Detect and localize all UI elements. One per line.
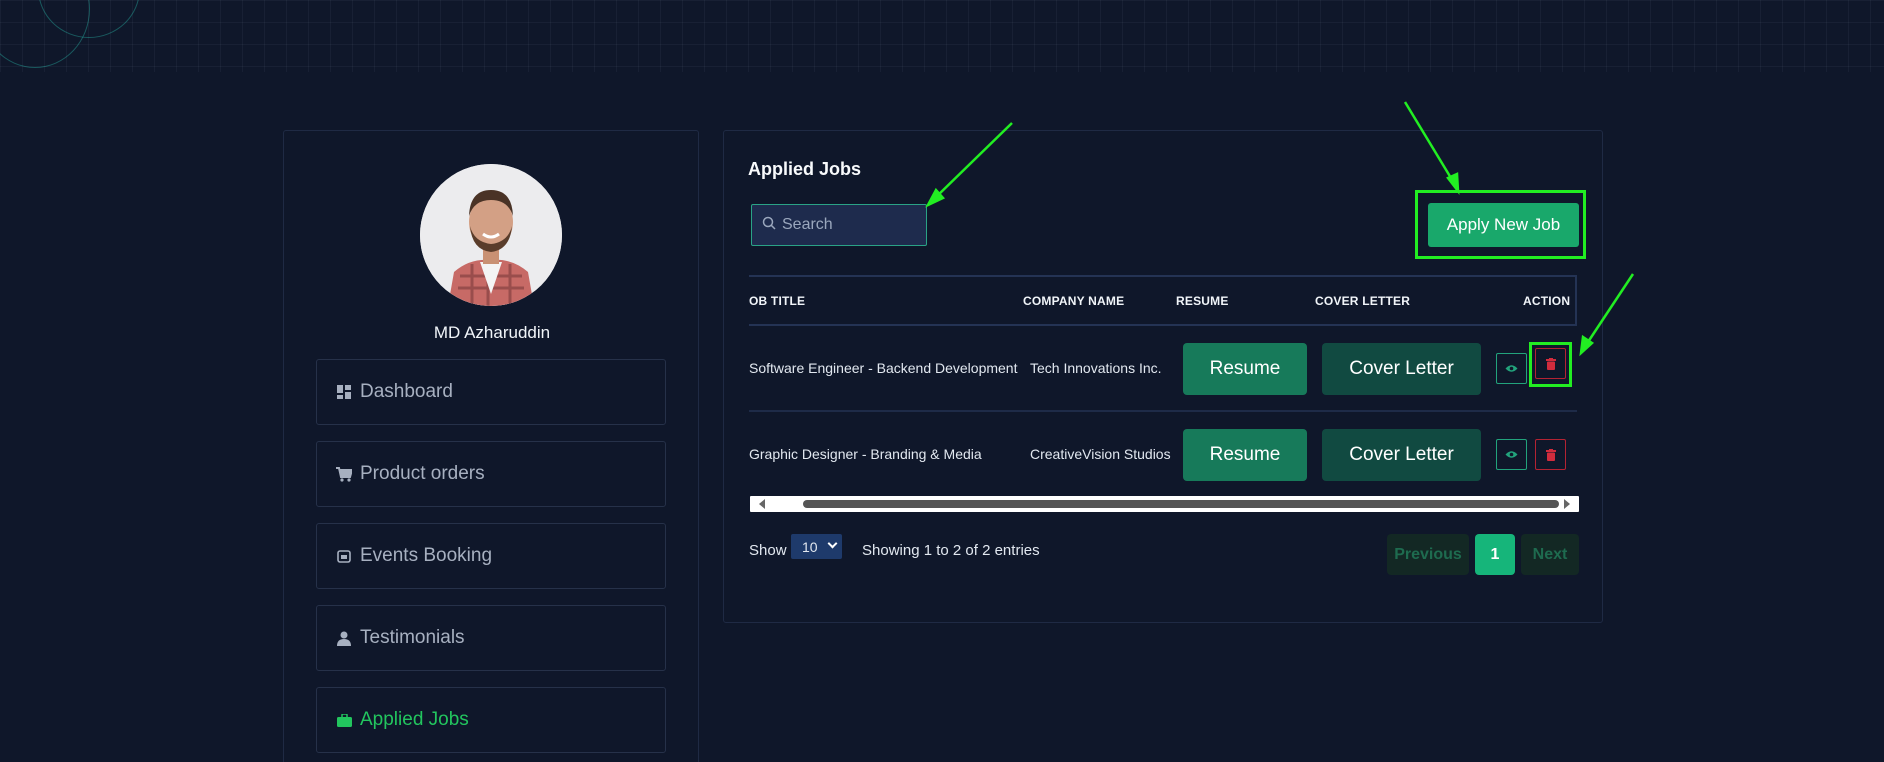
profile-name: MD Azharuddin — [433, 323, 551, 342]
background-grid — [0, 0, 1884, 72]
sidebar: MD Azharuddin Dashboard Product orders E… — [283, 130, 699, 762]
apply-new-job-button[interactable]: Apply New Job — [1428, 203, 1579, 247]
eye-icon — [1505, 365, 1518, 372]
cover-letter-button[interactable]: Cover Letter — [1322, 343, 1481, 395]
pagination-next[interactable]: Next — [1521, 534, 1579, 575]
sidebar-item-testimonials[interactable]: Testimonials — [316, 605, 666, 671]
trash-icon — [1545, 357, 1556, 370]
page-title: Applied Jobs — [748, 159, 862, 179]
column-header-company-name[interactable]: COMPANY NAME — [1023, 294, 1124, 308]
avatar — [420, 164, 562, 306]
calendar-icon — [336, 548, 352, 564]
search-field[interactable] — [751, 204, 927, 246]
chevron-down-icon — [827, 538, 838, 549]
company-cell: Tech Innovations Inc. — [1030, 360, 1162, 376]
resume-button[interactable]: Resume — [1183, 429, 1307, 481]
search-icon — [762, 216, 776, 235]
cart-icon — [336, 466, 352, 482]
column-header-cover-letter[interactable]: COVER LETTER — [1315, 294, 1410, 308]
eye-icon — [1505, 451, 1518, 458]
sidebar-item-label: Product orders — [360, 463, 485, 484]
sidebar-item-applied-jobs[interactable]: Applied Jobs — [316, 687, 666, 753]
table-row: Software Engineer - Backend Development … — [749, 326, 1577, 412]
sidebar-item-label: Dashboard — [360, 381, 453, 402]
trash-icon — [1545, 448, 1556, 461]
sidebar-item-label: Testimonials — [360, 627, 465, 648]
view-button[interactable] — [1496, 353, 1527, 384]
table-header: OB TITLE COMPANY NAME RESUME COVER LETTE… — [749, 275, 1577, 326]
scroll-left-arrow-icon[interactable] — [759, 499, 765, 509]
user-icon — [336, 630, 352, 646]
sidebar-item-label: Events Booking — [360, 545, 493, 566]
scrollbar-thumb[interactable] — [803, 500, 1559, 508]
scroll-right-arrow-icon[interactable] — [1564, 499, 1570, 509]
horizontal-scrollbar[interactable] — [750, 496, 1579, 512]
avatar-image — [420, 164, 562, 306]
column-header-action[interactable]: ACTION — [1523, 294, 1570, 308]
sidebar-item-dashboard[interactable]: Dashboard — [316, 359, 666, 425]
delete-button[interactable] — [1535, 439, 1566, 470]
sidebar-item-product-orders[interactable]: Product orders — [316, 441, 666, 507]
pagination-page-1[interactable]: 1 — [1475, 534, 1515, 575]
jobs-table: OB TITLE COMPANY NAME RESUME COVER LETTE… — [749, 275, 1577, 498]
page-length-select[interactable]: 10 — [791, 534, 842, 559]
resume-button[interactable]: Resume — [1183, 343, 1307, 395]
delete-button[interactable] — [1535, 348, 1566, 379]
company-cell: CreativeVision Studios — [1030, 446, 1171, 462]
sidebar-item-label: Applied Jobs — [360, 709, 469, 730]
show-entries-label: Show — [749, 542, 787, 559]
sidebar-item-events-booking[interactable]: Events Booking — [316, 523, 666, 589]
pagination-previous[interactable]: Previous — [1387, 534, 1469, 575]
applied-jobs-card: Applied Jobs Apply New Job OB TITLE COMP… — [723, 130, 1603, 623]
table-row: Graphic Designer - Branding & Media Crea… — [749, 412, 1577, 498]
briefcase-icon — [336, 712, 352, 728]
dashboard-icon — [336, 384, 352, 400]
entries-info: Showing 1 to 2 of 2 entries — [862, 542, 1040, 559]
page-length-value: 10 — [802, 538, 818, 555]
column-header-resume[interactable]: RESUME — [1176, 294, 1229, 308]
search-input[interactable] — [782, 216, 912, 234]
cover-letter-button[interactable]: Cover Letter — [1322, 429, 1481, 481]
job-title-cell: Graphic Designer - Branding & Media — [749, 446, 982, 462]
column-header-job-title[interactable]: OB TITLE — [749, 294, 805, 308]
job-title-cell: Software Engineer - Backend Development — [749, 360, 1018, 376]
view-button[interactable] — [1496, 439, 1527, 470]
